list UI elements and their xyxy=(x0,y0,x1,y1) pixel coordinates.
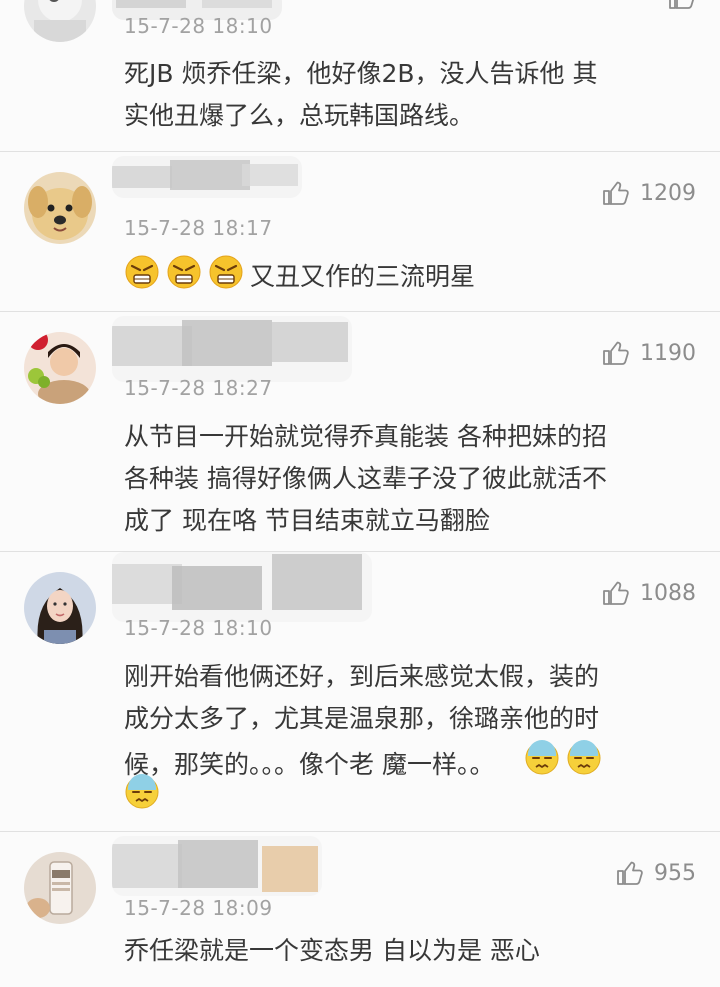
avatar[interactable] xyxy=(24,852,96,924)
comment-text-line: 候，那笑的。。。像个老 魔一样。。 xyxy=(124,740,694,789)
emoji-group xyxy=(124,774,160,814)
comment-text-line: 刚开始看他俩还好，到后来感觉太假，装的 xyxy=(124,662,600,691)
comment-text-segment: 候，那笑的。。。像个老 魔一样。。 xyxy=(124,749,495,779)
username-blurred[interactable] xyxy=(112,316,352,382)
comment-text-line: 死JB 烦乔任梁，他好像2B，没人告诉他 其 xyxy=(124,59,598,88)
like-count: 955 xyxy=(654,860,696,886)
comment-text-line: 各种装 搞得好像俩人这辈子没了彼此就活不 xyxy=(124,464,607,493)
comment-time: 15-7-28 18:27 xyxy=(124,376,273,400)
like-button[interactable] xyxy=(668,0,696,10)
comment-text: 从节目一开始就觉得乔真能装 各种把妹的招 各种装 搞得好像俩人这辈子没了彼此就活… xyxy=(124,416,694,542)
sweat-face-icon xyxy=(124,774,160,814)
angry-face-icon xyxy=(208,254,244,296)
comment-item: 15-7-28 18:27 1190 从节目一开始就觉得乔真能装 各种把妹的招 … xyxy=(0,312,720,552)
like-button[interactable]: 955 xyxy=(616,860,696,886)
like-count: 1209 xyxy=(640,180,696,206)
like-button[interactable]: 1088 xyxy=(602,580,696,606)
comment-text-line: 成分太多了，尤其是温泉那，徐璐亲他的时 xyxy=(124,704,600,733)
comment-time: 15-7-28 18:10 xyxy=(124,14,273,38)
username-blurred[interactable] xyxy=(112,552,372,622)
comment-text-line: 从节目一开始就觉得乔真能装 各种把妹的招 xyxy=(124,422,607,451)
comment-text: 刚开始看他俩还好，到后来感觉太假，装的 成分太多了，尤其是温泉那，徐璐亲他的时 … xyxy=(124,656,694,789)
thumbs-up-icon xyxy=(602,580,630,606)
angry-face-icon xyxy=(124,254,160,296)
comment-time: 15-7-28 18:17 xyxy=(124,216,273,240)
thumbs-up-icon xyxy=(616,860,644,886)
like-button[interactable]: 1209 xyxy=(602,180,696,206)
comment-item: 15-7-28 18:17 1209 又丑又作的三流明星 xyxy=(0,152,720,312)
sweat-face-icon xyxy=(566,740,602,789)
thumbs-up-icon xyxy=(602,180,630,206)
like-button[interactable]: 1190 xyxy=(602,340,696,366)
comment-text-line: 又丑又作的三流明星 xyxy=(250,262,476,291)
comment-item: 15-7-28 18:10 死JB 烦乔任梁，他好像2B，没人告诉他 其 实他丑… xyxy=(0,0,720,152)
like-count: 1088 xyxy=(640,580,696,606)
username-blurred[interactable] xyxy=(112,156,302,198)
avatar[interactable] xyxy=(24,0,96,42)
comment-text-line: 乔任梁就是一个变态男 自以为是 恶心 xyxy=(124,936,540,965)
comment-text: 乔任梁就是一个变态男 自以为是 恶心 xyxy=(124,930,694,972)
like-count: 1190 xyxy=(640,340,696,366)
comment-time: 15-7-28 18:10 xyxy=(124,616,273,640)
username-blurred[interactable] xyxy=(112,836,322,896)
thumbs-up-icon xyxy=(668,0,696,10)
avatar[interactable] xyxy=(24,572,96,644)
comment-time: 15-7-28 18:09 xyxy=(124,896,273,920)
comment-item: 15-7-28 18:10 1088 刚开始看他俩还好，到后来感觉太假，装的 成… xyxy=(0,552,720,832)
comment-text-line: 实他丑爆了么，总玩韩国路线。 xyxy=(124,101,475,130)
comment-item: 15-7-28 18:09 955 乔任梁就是一个变态男 自以为是 恶心 xyxy=(0,832,720,987)
comment-text: 死JB 烦乔任梁，他好像2B，没人告诉他 其 实他丑爆了么，总玩韩国路线。 xyxy=(124,53,694,137)
emoji-group xyxy=(124,254,244,296)
avatar[interactable] xyxy=(24,332,96,404)
comment-text: 又丑又作的三流明星 xyxy=(124,254,475,296)
thumbs-up-icon xyxy=(602,340,630,366)
comment-text-line: 成了 现在咯 节目结束就立马翻脸 xyxy=(124,506,490,535)
sweat-face-icon xyxy=(524,740,560,789)
avatar[interactable] xyxy=(24,172,96,244)
angry-face-icon xyxy=(166,254,202,296)
emoji-group xyxy=(524,740,602,789)
